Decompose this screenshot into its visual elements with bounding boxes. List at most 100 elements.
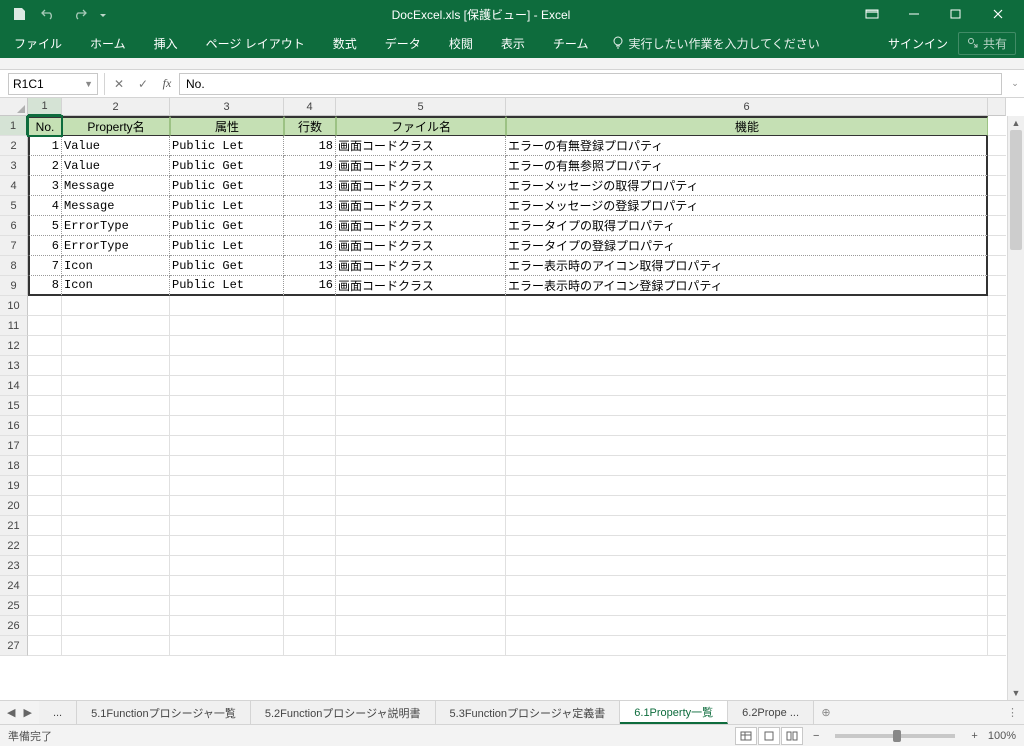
empty-cell[interactable] (336, 416, 506, 436)
row-header[interactable]: 20 (0, 496, 28, 516)
empty-cell[interactable] (336, 296, 506, 316)
empty-cell[interactable] (284, 616, 336, 636)
empty-cell[interactable] (284, 576, 336, 596)
data-cell[interactable]: ErrorType (62, 216, 170, 236)
data-cell[interactable]: エラーメッセージの登録プロパティ (506, 196, 988, 216)
data-cell[interactable]: Icon (62, 256, 170, 276)
data-cell[interactable]: エラーメッセージの取得プロパティ (506, 176, 988, 196)
empty-cell[interactable] (28, 616, 62, 636)
empty-cell[interactable] (28, 456, 62, 476)
empty-cell[interactable] (336, 476, 506, 496)
column-header[interactable]: 5 (336, 98, 506, 116)
empty-cell[interactable] (506, 456, 988, 476)
data-cell[interactable]: 16 (284, 236, 336, 256)
sheet-tab-1[interactable]: 5.1Functionプロシージャ一覧 (77, 701, 251, 724)
row-header[interactable]: 5 (0, 196, 28, 216)
table-header-cell[interactable]: No. (28, 116, 62, 136)
sheet-tab-4[interactable]: 6.1Property一覧 (620, 701, 728, 724)
data-cell[interactable]: 13 (284, 256, 336, 276)
empty-cell[interactable] (506, 536, 988, 556)
ribbon-tab-0[interactable]: ファイル (0, 28, 76, 58)
empty-cell[interactable] (62, 356, 170, 376)
empty-cell[interactable] (506, 396, 988, 416)
data-cell[interactable]: Value (62, 156, 170, 176)
empty-cell[interactable] (336, 496, 506, 516)
data-cell[interactable]: Message (62, 196, 170, 216)
table-header-cell[interactable]: 機能 (506, 116, 988, 136)
chevron-down-icon[interactable]: ▼ (84, 79, 93, 89)
data-cell[interactable]: 8 (28, 276, 62, 296)
data-cell[interactable]: Public Let (170, 136, 284, 156)
empty-cell[interactable] (28, 636, 62, 656)
column-header[interactable]: 2 (62, 98, 170, 116)
add-sheet-button[interactable]: ⊕ (814, 701, 838, 724)
data-cell[interactable]: Public Get (170, 216, 284, 236)
empty-cell[interactable] (506, 316, 988, 336)
formula-input[interactable]: No. (179, 73, 1002, 95)
empty-cell[interactable] (284, 416, 336, 436)
data-cell[interactable]: エラータイプの取得プロパティ (506, 216, 988, 236)
empty-cell[interactable] (28, 516, 62, 536)
empty-cell[interactable] (170, 396, 284, 416)
data-cell[interactable]: 画面コードクラス (336, 276, 506, 296)
row-header[interactable]: 23 (0, 556, 28, 576)
table-header-cell[interactable]: ファイル名 (336, 116, 506, 136)
empty-cell[interactable] (62, 376, 170, 396)
empty-cell[interactable] (336, 536, 506, 556)
empty-cell[interactable] (506, 356, 988, 376)
empty-cell[interactable] (506, 296, 988, 316)
empty-cell[interactable] (28, 336, 62, 356)
data-cell[interactable]: 4 (28, 196, 62, 216)
empty-cell[interactable] (336, 616, 506, 636)
empty-cell[interactable] (284, 396, 336, 416)
empty-cell[interactable] (170, 536, 284, 556)
column-header[interactable]: 6 (506, 98, 988, 116)
sheet-tab-3[interactable]: 5.3Functionプロシージャ定義書 (436, 701, 621, 724)
empty-cell[interactable] (506, 596, 988, 616)
empty-cell[interactable] (284, 456, 336, 476)
empty-cell[interactable] (506, 336, 988, 356)
ribbon-tab-7[interactable]: 表示 (487, 28, 539, 58)
empty-cell[interactable] (62, 476, 170, 496)
row-header[interactable]: 11 (0, 316, 28, 336)
data-cell[interactable]: 画面コードクラス (336, 176, 506, 196)
empty-cell[interactable] (28, 396, 62, 416)
row-header[interactable]: 25 (0, 596, 28, 616)
data-cell[interactable]: Public Let (170, 276, 284, 296)
empty-cell[interactable] (62, 336, 170, 356)
empty-cell[interactable] (336, 436, 506, 456)
share-button[interactable]: 共有 (958, 32, 1016, 55)
empty-cell[interactable] (28, 556, 62, 576)
empty-cell[interactable] (62, 496, 170, 516)
empty-cell[interactable] (284, 436, 336, 456)
data-cell[interactable]: Public Let (170, 236, 284, 256)
empty-cell[interactable] (506, 636, 988, 656)
minimize-button[interactable] (894, 2, 934, 26)
empty-cell[interactable] (170, 336, 284, 356)
row-header[interactable]: 10 (0, 296, 28, 316)
close-button[interactable] (978, 2, 1018, 26)
empty-cell[interactable] (336, 316, 506, 336)
formula-expand-button[interactable]: ⌄ (1006, 78, 1024, 89)
empty-cell[interactable] (62, 536, 170, 556)
data-cell[interactable]: 6 (28, 236, 62, 256)
select-all-corner[interactable] (0, 98, 28, 116)
sign-in-link[interactable]: サインイン (888, 35, 948, 52)
empty-cell[interactable] (170, 476, 284, 496)
row-header[interactable]: 22 (0, 536, 28, 556)
data-cell[interactable]: Message (62, 176, 170, 196)
ribbon-tab-6[interactable]: 校閲 (435, 28, 487, 58)
redo-button[interactable] (66, 3, 92, 25)
empty-cell[interactable] (506, 416, 988, 436)
row-header[interactable]: 24 (0, 576, 28, 596)
empty-cell[interactable] (170, 456, 284, 476)
column-header[interactable]: 1 (28, 98, 62, 116)
row-header[interactable]: 8 (0, 256, 28, 276)
row-header[interactable]: 12 (0, 336, 28, 356)
empty-cell[interactable] (506, 496, 988, 516)
row-header[interactable]: 2 (0, 136, 28, 156)
column-header[interactable]: 3 (170, 98, 284, 116)
empty-cell[interactable] (284, 296, 336, 316)
empty-cell[interactable] (336, 456, 506, 476)
sheet-tab-2[interactable]: 5.2Functionプロシージャ説明書 (251, 701, 436, 724)
